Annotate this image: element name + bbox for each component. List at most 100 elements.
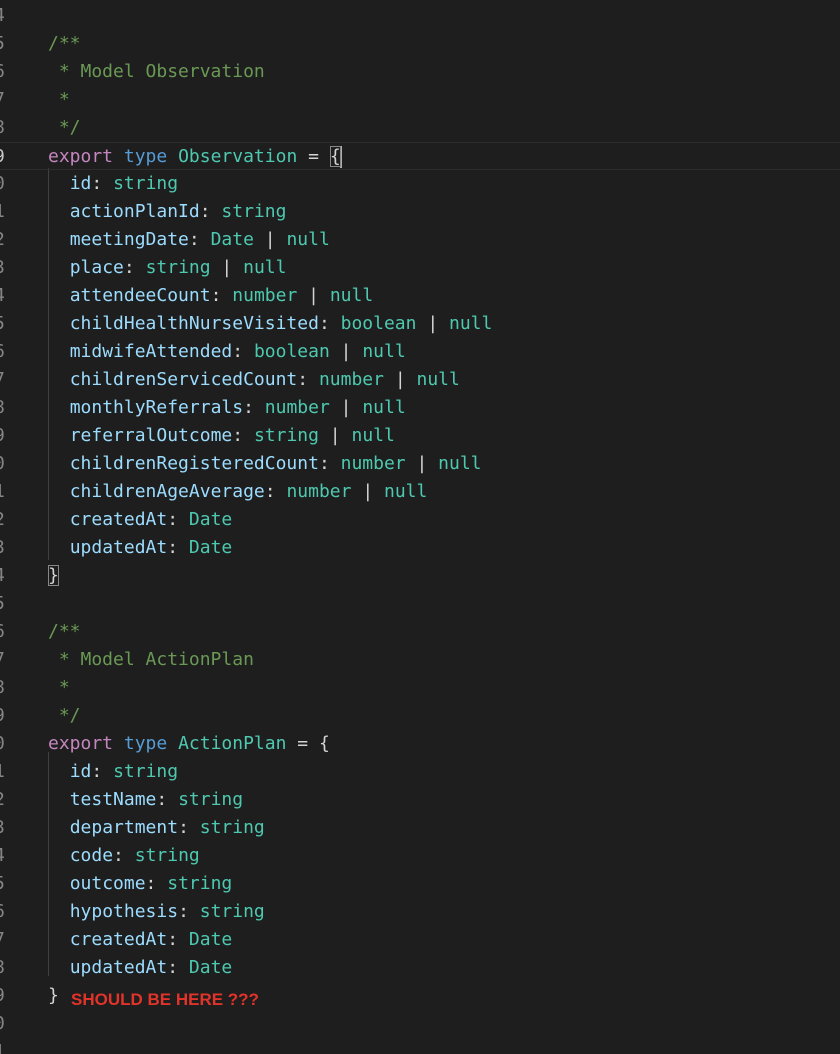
field-type: number <box>264 397 330 418</box>
line-code: */ <box>48 702 81 730</box>
field-name: createdAt <box>69 929 168 950</box>
line-number: 1 <box>0 478 12 506</box>
code-line[interactable]: 7 childrenServicedCount: number | null <box>0 366 840 394</box>
line-number: 8 <box>0 954 12 982</box>
line-number: 8 <box>0 394 12 422</box>
field-type: string <box>199 817 265 838</box>
field-name: hypothesis <box>69 901 179 922</box>
field-nullable: null <box>329 285 374 306</box>
field-name: childrenRegisteredCount <box>69 453 319 474</box>
field-nullable: null <box>362 341 406 362</box>
code-line[interactable]: 3 updatedAt: Date <box>0 534 840 562</box>
code-line[interactable]: 4 attendeeCount: number | null <box>0 282 840 310</box>
field-type: string <box>253 425 319 446</box>
line-number: 0 <box>0 450 12 478</box>
field-name: createdAt <box>69 509 168 530</box>
line-code: id: string <box>69 761 179 782</box>
code-line[interactable]: 8 monthlyReferrals: number | null <box>0 394 840 422</box>
code-line[interactable]: 9 export type Observation = { <box>0 142 840 170</box>
code-line[interactable]: 4 <box>0 2 840 30</box>
code-line[interactable]: 5 outcome: string <box>0 870 840 898</box>
field-type: Date <box>188 537 233 558</box>
field-name: id <box>69 761 92 782</box>
code-line[interactable]: 0 <box>0 1010 840 1038</box>
code-line[interactable]: 5 <box>0 590 840 618</box>
code-line[interactable]: 9 */ <box>0 702 840 730</box>
line-code: export type ActionPlan = { <box>48 730 330 758</box>
doc-comment-close: */ <box>48 705 81 726</box>
line-number: 7 <box>0 86 12 114</box>
code-line[interactable]: 2 meetingDate: Date | null <box>0 226 840 254</box>
code-line[interactable]: 2 testName: string <box>0 786 840 814</box>
code-line[interactable]: 4} <box>0 562 840 590</box>
field-type: string <box>178 789 244 810</box>
line-number: 7 <box>0 926 12 954</box>
code-editor[interactable]: 45/**6 * Model Observation7 *8 */9export… <box>0 0 840 1054</box>
code-line[interactable]: 7 * <box>0 86 840 114</box>
field-type: boolean <box>253 341 330 362</box>
code-line[interactable]: 5 childHealthNurseVisited: boolean | nul… <box>0 310 840 338</box>
code-line[interactable]: 0 id: string <box>0 170 840 198</box>
line-number: 1 <box>0 758 12 786</box>
code-line[interactable]: 1 id: string <box>0 758 840 786</box>
code-line[interactable]: 6 midwifeAttended: boolean | null <box>0 338 840 366</box>
line-code: department: string <box>69 817 265 838</box>
code-line[interactable]: 2 createdAt: Date <box>0 506 840 534</box>
field-nullable: null <box>449 313 493 334</box>
code-line[interactable]: 6 /** <box>0 618 840 646</box>
code-line[interactable]: 6 hypothesis: string <box>0 898 840 926</box>
field-type: Date <box>188 929 233 950</box>
line-code: midwifeAttended: boolean | null <box>69 341 406 362</box>
code-line[interactable]: 6 * Model Observation <box>0 58 840 86</box>
doc-comment-line: * <box>48 89 70 110</box>
line-code: attendeeCount: number | null <box>69 285 374 306</box>
code-line[interactable]: 7 createdAt: Date <box>0 926 840 954</box>
code-line[interactable]: 5 /** <box>0 30 840 58</box>
code-line[interactable]: 1 childrenAgeAverage: number | null <box>0 478 840 506</box>
line-code: * <box>48 674 70 702</box>
code-line[interactable]: 3 place: string | null <box>0 254 840 282</box>
code-line[interactable]: 1 <box>0 1038 840 1054</box>
line-number: 8 <box>0 674 12 702</box>
line-code: actionPlanId: string <box>69 201 287 222</box>
field-nullable: null <box>384 481 428 502</box>
line-code: childrenRegisteredCount: number | null <box>69 453 482 474</box>
field-name: childHealthNurseVisited <box>69 313 319 334</box>
line-code: childrenServicedCount: number | null <box>69 369 460 390</box>
field-type: Date <box>210 229 254 250</box>
line-code: /** <box>48 30 81 58</box>
line-code: place: string | null <box>69 257 287 278</box>
field-type: number <box>318 369 384 390</box>
line-code: updatedAt: Date <box>69 957 233 978</box>
field-name: department <box>69 817 179 838</box>
doc-comment-line: * <box>48 677 70 698</box>
code-line[interactable]: 0 export type ActionPlan = { <box>0 730 840 758</box>
line-code: id: string <box>69 173 179 194</box>
line-number: 2 <box>0 786 12 814</box>
code-line[interactable]: 3 department: string <box>0 814 840 842</box>
field-type: Date <box>188 509 233 530</box>
code-line[interactable]: 9 referralOutcome: string | null <box>0 422 840 450</box>
code-line[interactable]: 8 updatedAt: Date <box>0 954 840 982</box>
line-code: childHealthNurseVisited: boolean | null <box>69 313 493 334</box>
field-nullable: null <box>351 425 395 446</box>
line-code: * Model Observation <box>48 58 265 86</box>
code-line[interactable]: 8 */ <box>0 114 840 142</box>
field-name: actionPlanId <box>69 201 200 222</box>
line-code: createdAt: Date <box>69 509 233 530</box>
line-number: 4 <box>0 562 12 590</box>
field-type: string <box>221 201 287 222</box>
doc-comment-open: /** <box>48 33 81 54</box>
code-line[interactable]: 0 childrenRegisteredCount: number | null <box>0 450 840 478</box>
code-line[interactable]: 1 actionPlanId: string <box>0 198 840 226</box>
line-number: 9 <box>0 143 12 171</box>
line-code: meetingDate: Date | null <box>69 229 330 250</box>
line-number: 5 <box>0 310 12 338</box>
code-line[interactable]: 7 * Model ActionPlan <box>0 646 840 674</box>
line-number: 4 <box>0 282 12 310</box>
field-name: childrenAgeAverage <box>69 481 265 502</box>
code-line[interactable]: 8 * <box>0 674 840 702</box>
equals-sign: = <box>308 146 319 167</box>
doc-comment-open: /** <box>48 621 81 642</box>
code-line[interactable]: 4 code: string <box>0 842 840 870</box>
